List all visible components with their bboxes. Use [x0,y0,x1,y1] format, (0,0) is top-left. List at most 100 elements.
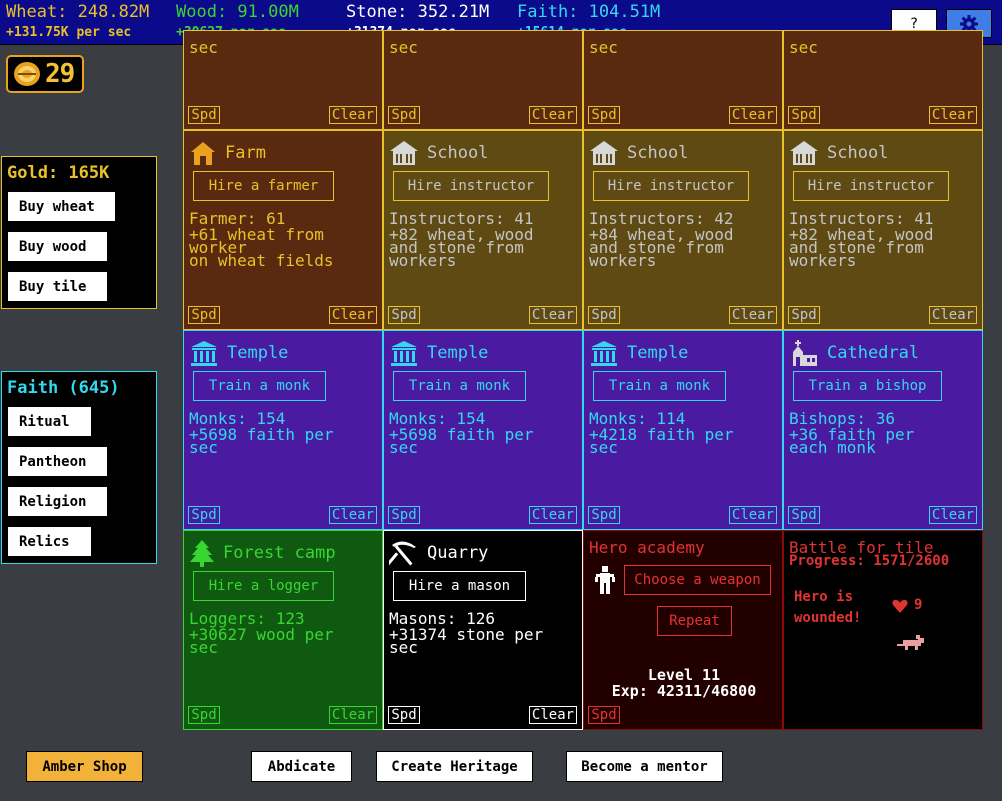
choose-weapon-button[interactable]: Choose a weapon [624,565,771,595]
speed-button[interactable]: Spd [588,306,620,324]
quarry-header: Quarry [389,539,488,567]
school-effect: +84 wheat, wood and stone from workers [589,225,734,270]
buy-tile-button[interactable]: Buy tile [7,271,108,302]
clear-button[interactable]: Clear [729,106,777,124]
speed-button[interactable]: Spd [588,706,620,724]
speed-button[interactable]: Spd [188,306,220,324]
speed-button[interactable]: Spd [588,506,620,524]
become-mentor-button[interactable]: Become a mentor [566,751,723,782]
gold-title: Gold: 165K [7,163,110,183]
cathedral-title: Cathedral [827,343,920,363]
forest-camp-tile: Forest camp Hire a logger Loggers: 123 +… [183,530,383,730]
tree-icon [190,540,214,567]
hire-instructor-button[interactable]: Hire instructor [393,171,549,201]
school-title: School [627,143,689,163]
train-monk-button[interactable]: Train a monk [193,371,326,401]
temple-tile-1: Temple Train a monk Monks: 154 +5698 fai… [183,330,383,530]
hire-logger-button[interactable]: Hire a logger [193,571,334,601]
clear-button[interactable]: Clear [529,506,577,524]
train-monk-button[interactable]: Train a monk [393,371,526,401]
speed-button[interactable]: Spd [188,106,220,124]
create-heritage-button[interactable]: Create Heritage [376,751,533,782]
tile-row0-2: sec Spd Clear [383,30,583,130]
temple-tile-2: Temple Train a monk Monks: 154 +5698 fai… [383,330,583,530]
hire-instructor-button[interactable]: Hire instructor [593,171,749,201]
religion-button[interactable]: Religion [7,486,108,517]
train-bishop-button[interactable]: Train a bishop [793,371,942,401]
quarry-effect: +31374 stone per sec [389,625,544,657]
forest-effect: +30627 wood per sec [189,625,334,657]
cathedral-header: Cathedral [789,339,919,367]
clear-button[interactable]: Clear [529,306,577,324]
clear-button[interactable]: Clear [329,106,377,124]
speed-button[interactable]: Spd [788,106,820,124]
speed-button[interactable]: Spd [388,706,420,724]
clear-button[interactable]: Clear [729,306,777,324]
temple-icon [591,341,617,366]
hire-farmer-button[interactable]: Hire a farmer [193,171,334,201]
clear-button[interactable]: Clear [329,306,377,324]
relics-button[interactable]: Relics [7,526,92,557]
farm-title: Farm [225,143,266,163]
wood-amount: Wood: 91.00M [176,2,299,22]
speed-button[interactable]: Spd [588,106,620,124]
clear-button[interactable]: Clear [729,506,777,524]
gold-panel: Gold: 165K Buy wheat Buy wood Buy tile [1,156,157,309]
temple-effect: +5698 faith per sec [389,425,534,457]
temple-icon [391,341,417,366]
forest-camp-header: Forest camp [189,539,336,567]
cathedral-icon [793,340,817,366]
temple-effect: +5698 faith per sec [189,425,334,457]
cathedral-tile: Cathedral Train a bishop Bishops: 36 +36… [783,330,983,530]
amber-shop-button[interactable]: Amber Shop [26,751,143,782]
school-title: School [827,143,889,163]
tile-cut-text: sec [589,38,618,57]
wheat-resource: Wheat: 248.82M +131.75K per sec [6,2,149,41]
faith-panel: Faith (645) Ritual Pantheon Religion Rel… [1,371,157,564]
buy-wood-button[interactable]: Buy wood [7,231,108,262]
speed-button[interactable]: Spd [788,506,820,524]
school-tile-2: School Hire instructor Instructors: 42 +… [583,130,783,330]
temple-header: Temple [189,339,288,367]
clear-button[interactable]: Clear [529,706,577,724]
hero-academy-tile: Hero academy Choose a weapon Repeat Leve… [583,530,783,730]
clear-button[interactable]: Clear [929,306,977,324]
buy-wheat-button[interactable]: Buy wheat [7,191,116,222]
speed-button[interactable]: Spd [388,106,420,124]
clear-button[interactable]: Clear [329,706,377,724]
rat-icon [897,635,924,650]
clear-button[interactable]: Clear [929,106,977,124]
repeat-button[interactable]: Repeat [657,606,732,636]
battle-tile: Battle for tile Progress: 1571/2600 Hero… [783,530,983,730]
house-icon [191,142,215,165]
school-header: School [589,139,688,167]
temple-title: Temple [427,343,489,363]
hire-mason-button[interactable]: Hire a mason [393,571,526,601]
quarry-title: Quarry [427,543,489,563]
ritual-button[interactable]: Ritual [7,406,92,437]
pantheon-button[interactable]: Pantheon [7,446,108,477]
clear-button[interactable]: Clear [329,506,377,524]
speed-button[interactable]: Spd [388,506,420,524]
clear-button[interactable]: Clear [929,506,977,524]
school-tile-1: School Hire instructor Instructors: 41 +… [383,130,583,330]
hero-icon [595,566,615,594]
amber-counter: 29 [6,55,84,93]
speed-button[interactable]: Spd [188,706,220,724]
faith-title: Faith (645) [7,378,120,398]
pickaxe-icon [389,541,416,566]
speed-button[interactable]: Spd [788,306,820,324]
tile-cut-text: sec [789,38,818,57]
quarry-tile: Quarry Hire a mason Masons: 126 +31374 s… [383,530,583,730]
tile-row0-4: sec Spd Clear [783,30,983,130]
abdicate-button[interactable]: Abdicate [251,751,352,782]
temple-header: Temple [389,339,488,367]
speed-button[interactable]: Spd [388,306,420,324]
farm-effect: +61 wheat from worker on wheat fields [189,225,334,270]
clear-button[interactable]: Clear [529,106,577,124]
speed-button[interactable]: Spd [188,506,220,524]
faith-amount: Faith: 104.51M [517,2,661,22]
train-monk-button[interactable]: Train a monk [593,371,726,401]
school-effect: +82 wheat, wood and stone from workers [789,225,934,270]
hire-instructor-button[interactable]: Hire instructor [793,171,949,201]
